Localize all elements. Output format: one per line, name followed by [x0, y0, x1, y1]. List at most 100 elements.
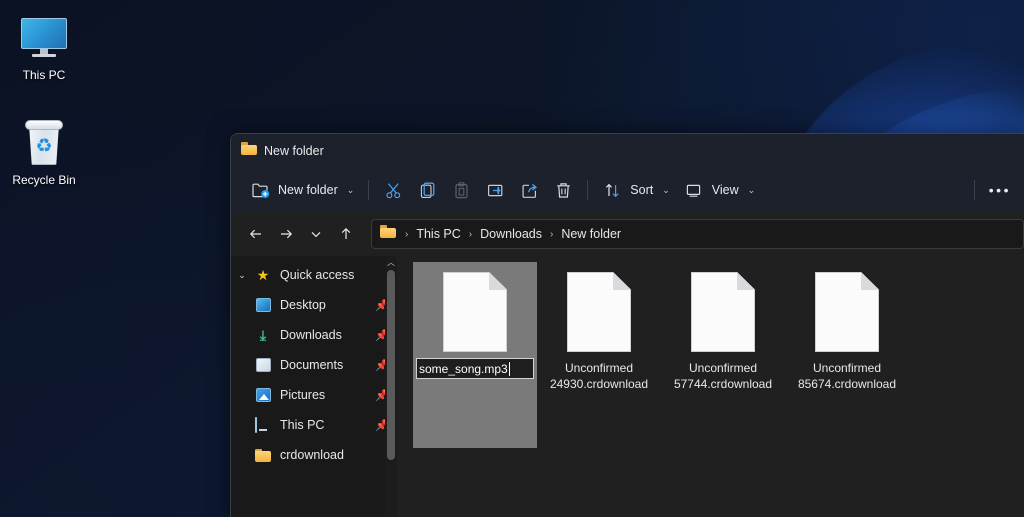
view-monitor-icon: [684, 180, 704, 200]
star-icon: ★: [256, 267, 270, 283]
new-folder-button[interactable]: New folder ⌄: [243, 174, 361, 206]
up-button[interactable]: [331, 219, 361, 249]
sidebar-item-downloads[interactable]: ⤓ Downloads 📌: [231, 320, 397, 350]
monitor-icon: [0, 12, 88, 64]
scissors-icon: [383, 180, 403, 200]
file-explorer-window: New folder New folder ⌄ Sort ⌄ View ⌄ ••…: [230, 133, 1024, 517]
file-item[interactable]: Unconfirmed 57744.crdownload: [661, 262, 785, 448]
sidebar-item-label: This PC: [280, 418, 325, 432]
arrow-left-icon: [249, 229, 261, 239]
pictures-icon: [253, 388, 273, 402]
forward-button[interactable]: [271, 219, 301, 249]
sidebar-item-crdownload[interactable]: crdownload: [231, 440, 397, 470]
sidebar-item-label: Desktop: [280, 298, 326, 312]
documents-icon: [253, 358, 273, 372]
breadcrumb-separator: ›: [468, 228, 473, 240]
explorer-body: ⌄ ★ Quick access Desktop 📌 ⤓ Downloads 📌: [231, 256, 1024, 517]
chevron-down-icon[interactable]: ⌄: [662, 185, 670, 196]
view-label: View: [711, 183, 739, 197]
sidebar-item-quick-access[interactable]: ⌄ ★ Quick access: [231, 260, 397, 290]
generic-file-icon: [567, 272, 631, 352]
share-button[interactable]: [512, 174, 546, 206]
this-pc-icon: [253, 417, 273, 433]
sidebar-item-label: Quick access: [280, 268, 355, 282]
see-more-button[interactable]: •••: [982, 174, 1018, 206]
desktop-icon-this-pc[interactable]: This PC: [0, 12, 88, 82]
chevron-down-icon: [311, 231, 321, 238]
arrow-right-icon: [281, 229, 293, 239]
file-list-pane[interactable]: some_song.mp3 Unconfirmed 24930.crdownlo…: [397, 256, 1024, 517]
sidebar-item-desktop[interactable]: Desktop 📌: [231, 290, 397, 320]
folder-icon: [241, 142, 257, 160]
file-item[interactable]: Unconfirmed 85674.crdownload: [785, 262, 909, 448]
breadcrumb-separator: ›: [549, 228, 554, 240]
sidebar-item-label: Downloads: [280, 328, 342, 342]
desktop-icon-recycle-bin[interactable]: ♻ Recycle Bin: [0, 117, 88, 187]
breadcrumb-separator: ›: [405, 228, 409, 240]
rename-input[interactable]: some_song.mp3: [416, 358, 534, 379]
sidebar-item-this-pc[interactable]: This PC 📌: [231, 410, 397, 440]
file-name-label: Unconfirmed 57744.crdownload: [673, 361, 773, 391]
window-title: New folder: [264, 144, 324, 158]
desktop-icon-label: Recycle Bin: [12, 173, 76, 187]
file-name-label: Unconfirmed 85674.crdownload: [797, 361, 897, 391]
sidebar-item-label: Documents: [280, 358, 344, 372]
recycle-bin-icon: ♻: [0, 117, 88, 169]
trash-icon: [553, 180, 573, 200]
new-folder-label: New folder: [278, 183, 338, 197]
desktop-icon-label: This PC: [22, 68, 66, 82]
navigation-pane: ⌄ ★ Quick access Desktop 📌 ⤓ Downloads 📌: [231, 256, 397, 517]
command-toolbar: New folder ⌄ Sort ⌄ View ⌄ •••: [231, 168, 1024, 212]
file-item[interactable]: Unconfirmed 24930.crdownload: [537, 262, 661, 448]
address-bar: › This PC › Downloads › New folder: [231, 212, 1024, 256]
paste-button[interactable]: [444, 174, 478, 206]
file-item-selected[interactable]: some_song.mp3: [413, 262, 537, 448]
breadcrumb-item-this-pc[interactable]: This PC: [413, 227, 463, 241]
generic-file-icon: [815, 272, 879, 352]
desktop-background: This PC ♻ Recycle Bin New folder New fol…: [0, 0, 1024, 517]
downloads-icon: ⤓: [259, 327, 267, 343]
scrollbar-thumb[interactable]: [387, 270, 395, 460]
breadcrumb[interactable]: › This PC › Downloads › New folder: [371, 219, 1024, 249]
scroll-up-icon[interactable]: ︿: [385, 256, 397, 269]
share-icon: [519, 180, 539, 200]
breadcrumb-item-downloads[interactable]: Downloads: [477, 227, 545, 241]
back-button[interactable]: [241, 219, 271, 249]
sort-arrows-icon: [602, 180, 622, 200]
desktop-icon: [253, 298, 273, 312]
cut-button[interactable]: [376, 174, 410, 206]
toolbar-separator: [587, 180, 589, 200]
generic-file-icon: [691, 272, 755, 352]
toolbar-separator: [368, 180, 370, 200]
paste-icon: [451, 180, 471, 200]
sidebar-item-label: crdownload: [280, 448, 344, 462]
sidebar-scrollbar[interactable]: ︿: [385, 256, 397, 517]
breadcrumb-item-new-folder[interactable]: New folder: [558, 227, 624, 241]
sidebar-item-label: Pictures: [280, 388, 326, 402]
folder-icon: [380, 225, 396, 243]
chevron-down-icon[interactable]: ⌄: [231, 270, 253, 281]
folder-icon: [253, 448, 273, 462]
recent-locations-button[interactable]: [301, 219, 331, 249]
copy-icon: [417, 180, 437, 200]
ellipsis-icon: •••: [988, 182, 1011, 198]
file-grid: some_song.mp3 Unconfirmed 24930.crdownlo…: [413, 262, 1024, 448]
sort-button[interactable]: Sort ⌄: [595, 174, 676, 206]
sidebar-item-documents[interactable]: Documents 📌: [231, 350, 397, 380]
file-name-label: Unconfirmed 24930.crdownload: [549, 361, 649, 391]
sort-label: Sort: [630, 183, 654, 197]
toolbar-separator: [973, 180, 975, 200]
copy-button[interactable]: [410, 174, 444, 206]
chevron-down-icon[interactable]: ⌄: [748, 185, 756, 196]
sidebar-item-pictures[interactable]: Pictures 📌: [231, 380, 397, 410]
new-folder-icon: [250, 180, 270, 200]
chevron-down-icon[interactable]: ⌄: [347, 185, 355, 196]
rename-icon: [485, 180, 505, 200]
view-button[interactable]: View ⌄: [677, 174, 762, 206]
window-titlebar[interactable]: New folder: [231, 134, 1024, 168]
arrow-up-icon: [341, 227, 351, 239]
text-caret: [508, 361, 510, 376]
rename-button[interactable]: [478, 174, 512, 206]
rename-input-value: some_song.mp3: [419, 361, 508, 376]
delete-button[interactable]: [546, 174, 580, 206]
